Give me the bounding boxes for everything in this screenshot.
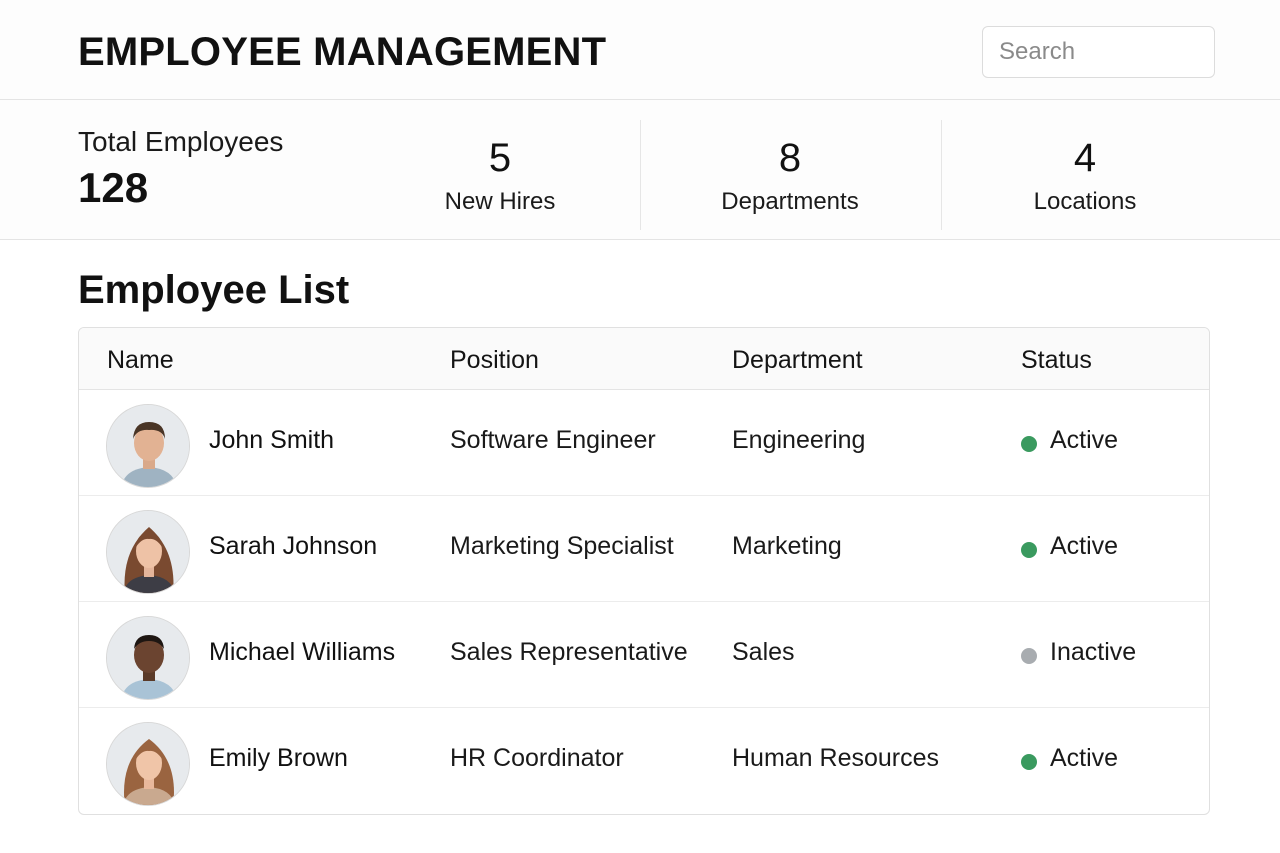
table-row[interactable]: Sarah Johnson Marketing Specialist Marke… bbox=[79, 496, 1209, 602]
employee-department: Engineering bbox=[732, 426, 866, 454]
avatar-portrait-icon bbox=[107, 405, 189, 487]
table-header: Name Position Department Status bbox=[79, 328, 1209, 390]
status-text: Active bbox=[1050, 426, 1119, 454]
employee-name[interactable]: John Smith bbox=[209, 426, 334, 455]
column-header-name[interactable]: Name bbox=[107, 346, 174, 375]
section-title: Employee List bbox=[78, 268, 350, 312]
stat-locations: 4 Locations bbox=[985, 100, 1185, 240]
employee-table: Name Position Department Status John Smi… bbox=[78, 327, 1210, 815]
status-text: Active bbox=[1050, 532, 1119, 560]
avatar-portrait-icon bbox=[107, 511, 189, 593]
employee-department: Sales bbox=[732, 638, 795, 666]
status-text: Active bbox=[1050, 744, 1119, 772]
avatar bbox=[106, 616, 190, 700]
avatar bbox=[106, 510, 190, 594]
avatar bbox=[106, 722, 190, 806]
page-header: EMPLOYEE MANAGEMENT bbox=[0, 0, 1280, 100]
column-header-position[interactable]: Position bbox=[450, 346, 539, 375]
departments-label: Departments bbox=[721, 188, 859, 215]
avatar bbox=[106, 404, 190, 488]
status-text: Inactive bbox=[1050, 638, 1137, 666]
column-header-department[interactable]: Department bbox=[732, 346, 863, 375]
table-row[interactable]: Michael Williams Sales Representative Sa… bbox=[79, 602, 1209, 708]
status-active-dot-icon bbox=[1021, 754, 1037, 770]
locations-value: 4 bbox=[1073, 136, 1097, 180]
stats-bar: Total Employees 128 5 New Hires 8 Depart… bbox=[0, 100, 1280, 240]
stat-new-hires: 5 New Hires bbox=[400, 100, 600, 240]
total-employees-value: 128 bbox=[78, 164, 149, 211]
avatar-portrait-icon bbox=[107, 723, 189, 805]
departments-value: 8 bbox=[778, 136, 802, 180]
table-row[interactable]: John Smith Software Engineer Engineering… bbox=[79, 390, 1209, 496]
column-header-status[interactable]: Status bbox=[1021, 346, 1092, 375]
employee-position: Marketing Specialist bbox=[450, 532, 674, 560]
employee-name[interactable]: Michael Williams bbox=[209, 638, 395, 667]
total-employees-label: Total Employees bbox=[78, 126, 284, 157]
status-inactive-dot-icon bbox=[1021, 648, 1037, 664]
stat-departments: 8 Departments bbox=[690, 100, 890, 240]
employee-department: Marketing bbox=[732, 532, 842, 560]
status-active-dot-icon bbox=[1021, 542, 1037, 558]
new-hires-label: New Hires bbox=[444, 188, 556, 215]
employee-name[interactable]: Emily Brown bbox=[209, 744, 348, 773]
avatar-portrait-icon bbox=[107, 617, 189, 699]
employee-position: Sales Representative bbox=[450, 638, 688, 666]
employee-position: Software Engineer bbox=[450, 426, 656, 454]
page-title: EMPLOYEE MANAGEMENT bbox=[78, 30, 607, 74]
locations-label: Locations bbox=[1033, 188, 1137, 215]
search-input[interactable] bbox=[982, 26, 1215, 78]
stat-divider bbox=[640, 120, 641, 230]
employee-name[interactable]: Sarah Johnson bbox=[209, 532, 377, 561]
table-row[interactable]: Emily Brown HR Coordinator Human Resourc… bbox=[79, 708, 1209, 814]
employee-department: Human Resources bbox=[732, 744, 940, 772]
employee-position: HR Coordinator bbox=[450, 744, 624, 772]
new-hires-value: 5 bbox=[488, 136, 512, 180]
stat-divider bbox=[941, 120, 942, 230]
status-active-dot-icon bbox=[1021, 436, 1037, 452]
